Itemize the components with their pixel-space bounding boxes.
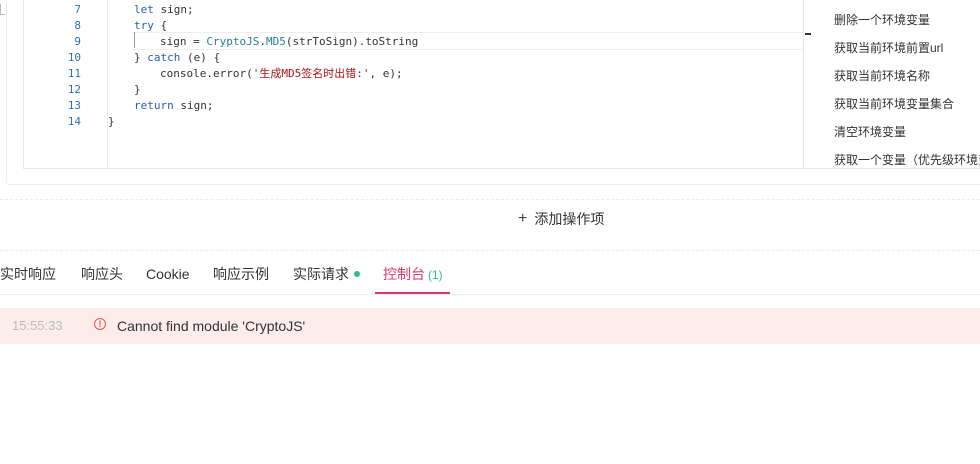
tab-realtime-response[interactable]: 实时响应: [0, 256, 56, 294]
add-operation-label: 添加操作项: [534, 211, 605, 227]
indent-guide: [134, 32, 135, 48]
snippet-delete-env-var[interactable]: 删除一个环境变量: [834, 10, 930, 30]
console-error-entry: 15:55:33 ! Cannot find module 'CryptoJS': [0, 308, 980, 344]
code-token: (e) {: [180, 51, 221, 64]
response-tabs: 实时响应 响应头 Cookie 响应示例 实际请求 控制台 (1): [0, 256, 980, 295]
active-tab-indicator: [375, 292, 450, 294]
code-token: '生成MD5签名时出错:': [252, 67, 370, 80]
code-line: sign = CryptoJS.MD5(strToSign).toString: [160, 34, 418, 50]
code-line: }: [134, 82, 141, 98]
tab-response-example[interactable]: 响应示例: [213, 256, 269, 294]
code-token: sign =: [160, 35, 207, 48]
code-line: console.error('生成MD5签名时出错:', e);: [160, 66, 403, 82]
tab-actual-request-label: 实际请求: [293, 266, 349, 282]
snippet-get-env-base-url[interactable]: 获取当前环境前置url: [834, 38, 943, 58]
line-number-gutter: 7 8 9 10 11 12 13 14: [48, 0, 108, 168]
console-message: Cannot find module 'CryptoJS': [117, 318, 306, 334]
line-number: 7: [74, 3, 81, 16]
tab-console-label: 控制台: [383, 266, 425, 282]
plus-icon: +: [518, 210, 528, 227]
scrollbar-cursor-mark: [805, 33, 811, 35]
code-token: .: [259, 35, 266, 48]
code-token: return: [134, 99, 174, 112]
code-line: } catch (e) {: [134, 50, 220, 66]
line-number: 11: [67, 67, 81, 80]
add-operation-row: + 添加操作项: [0, 199, 980, 251]
console-count-badge: (1): [428, 268, 443, 282]
code-token: sign;: [153, 3, 194, 16]
code-token: (strToSign).toString: [285, 35, 419, 48]
tab-response-headers[interactable]: 响应头: [81, 256, 123, 294]
fold-marker[interactable]: [0, 4, 5, 15]
snippet-get-variable[interactable]: 获取一个变量（优先级环境变量）: [834, 150, 980, 166]
code-token: CryptoJS: [206, 35, 260, 48]
error-icon: !: [94, 318, 106, 330]
snippet-clear-env-vars[interactable]: 清空环境变量: [834, 122, 906, 142]
snippet-list: 删除一个环境变量 获取当前环境前置url 获取当前环境名称 获取当前环境变量集合…: [834, 0, 980, 166]
code-token: let: [134, 3, 154, 16]
code-token: MD5: [265, 35, 286, 48]
line-number: 14: [67, 115, 81, 128]
code-token: }: [108, 115, 115, 128]
code-editor[interactable]: 7 8 9 10 11 12 13 14 let sign; try {sign …: [23, 0, 980, 169]
code-token: catch: [147, 51, 181, 64]
code-line: let sign;: [134, 2, 194, 18]
snippet-get-env-vars[interactable]: 获取当前环境变量集合: [834, 94, 954, 114]
status-dot: [354, 271, 360, 278]
code-line: try {: [134, 18, 167, 34]
editor-scrollbar[interactable]: [803, 0, 804, 168]
tab-cookie[interactable]: Cookie: [146, 256, 190, 294]
tab-console[interactable]: 控制台 (1): [383, 256, 443, 294]
line-number: 10: [67, 51, 81, 64]
code-token: , e);: [369, 67, 403, 80]
add-operation-button[interactable]: + 添加操作项: [518, 209, 604, 229]
code-token: sign;: [173, 99, 214, 112]
code-token: }: [134, 51, 148, 64]
line-number: 8: [74, 19, 81, 32]
snippet-get-env-name[interactable]: 获取当前环境名称: [834, 66, 930, 86]
line-number: 9: [74, 35, 81, 48]
console-timestamp: 15:55:33: [12, 318, 63, 333]
line-number: 12: [67, 83, 81, 96]
code-token: {: [153, 19, 168, 32]
tab-actual-request[interactable]: 实际请求: [293, 256, 360, 294]
code-line: }: [108, 114, 115, 130]
code-token: try: [134, 19, 154, 32]
code-token: console.error(: [160, 67, 253, 80]
code-line: return sign;: [134, 98, 214, 114]
line-number: 13: [67, 99, 81, 112]
code-token: }: [134, 83, 141, 96]
code-text-area[interactable]: let sign; try {sign = CryptoJS.MD5(strToS…: [108, 0, 804, 168]
